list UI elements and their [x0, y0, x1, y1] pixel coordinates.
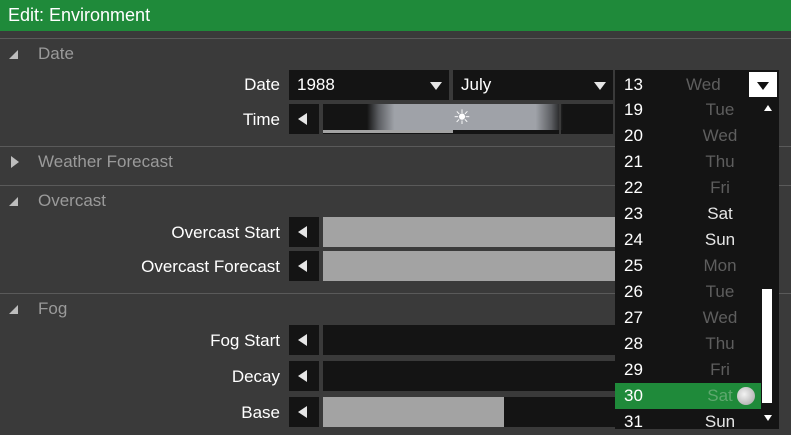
dropdown-item-day-name: Thu — [705, 152, 735, 171]
dropdown-item-day-name: Sun — [704, 412, 736, 431]
dropdown-item[interactable]: 21 Thu — [615, 149, 761, 175]
dropdown-item-day-number: 19 — [624, 100, 643, 119]
slider-fill — [323, 251, 615, 281]
dropdown-item[interactable]: 19 Tue — [615, 97, 761, 123]
chevron-down-icon[interactable] — [430, 82, 442, 90]
section-fog-label: Fog — [38, 299, 68, 318]
dropdown-item-day-name: Fri — [710, 360, 730, 379]
expanded-triangle-icon — [9, 197, 18, 206]
decay-label: Decay — [231, 367, 280, 386]
dropdown-item[interactable]: 31 Sun — [615, 409, 761, 435]
chevron-down-icon[interactable] — [594, 82, 606, 90]
dropdown-item-day-name: Wed — [702, 126, 738, 145]
month-value: July — [461, 75, 492, 94]
dropdown-item-day-number: 28 — [624, 334, 643, 353]
time-slider[interactable]: ☀ — [323, 104, 613, 134]
fog-start-slider[interactable] — [323, 325, 615, 355]
dropdown-item-day-name: Fri — [710, 178, 730, 197]
overcast-forecast-label: Overcast Forecast — [141, 257, 280, 276]
dropdown-item-day-number: 31 — [624, 412, 643, 431]
base-slider[interactable] — [323, 397, 615, 427]
arrow-left-icon — [298, 260, 307, 272]
arrow-left-icon — [298, 226, 307, 238]
moon-icon — [737, 387, 755, 405]
dropdown-item-day-number: 29 — [624, 360, 643, 379]
dropdown-item[interactable]: 26 Tue — [615, 279, 761, 305]
dropdown-item[interactable]: 24 Sun — [615, 227, 761, 253]
scroll-up-icon[interactable] — [764, 105, 772, 111]
base-slider-fill — [323, 397, 505, 427]
base-label: Base — [241, 403, 280, 422]
sun-icon: ☀ — [453, 107, 471, 129]
day-dropdown-list[interactable]: 19 Tue 20 Wed 21 Thu 22 Fri 23 Sat 24 Sun 25 Mon 26 Tue… — [615, 97, 779, 431]
time-divider — [559, 104, 561, 134]
scrollbar-thumb[interactable] — [762, 289, 772, 403]
collapsed-triangle-icon — [11, 156, 19, 168]
section-date[interactable]: Date — [0, 38, 791, 70]
day-dropdown-button[interactable] — [749, 72, 777, 98]
base-decrease-button[interactable] — [289, 397, 319, 427]
overcast-start-slider[interactable] — [323, 217, 615, 247]
dropdown-item-day-name: Wed — [702, 308, 738, 327]
time-decrease-button[interactable] — [289, 104, 319, 134]
dropdown-item-day-name: Tue — [705, 282, 735, 301]
decay-decrease-button[interactable] — [289, 361, 319, 391]
dropdown-item-day-number: 23 — [624, 204, 643, 223]
dropdown-item[interactable]: 25 Mon — [615, 253, 761, 279]
dropdown-item-day-number: 24 — [624, 230, 643, 249]
dropdown-item[interactable]: 27 Wed — [615, 305, 761, 331]
dropdown-item[interactable]: 30 Sat — [615, 383, 761, 409]
dropdown-item-day-number: 20 — [624, 126, 643, 145]
fog-start-decrease-button[interactable] — [289, 325, 319, 355]
scroll-down-icon[interactable] — [764, 415, 772, 421]
decay-slider[interactable] — [323, 361, 615, 391]
day-name-value: Wed — [686, 75, 721, 94]
day-number-value: 13 — [624, 75, 643, 94]
arrow-left-icon — [298, 113, 307, 125]
arrow-left-icon — [298, 370, 307, 382]
expanded-triangle-icon — [9, 50, 18, 59]
dropdown-item-day-number: 21 — [624, 152, 643, 171]
overcast-start-decrease-button[interactable] — [289, 217, 319, 247]
year-value: 1988 — [297, 75, 335, 94]
dropdown-item-day-number: 25 — [624, 256, 643, 275]
fog-start-label: Fog Start — [210, 331, 280, 350]
window-title: Edit: Environment — [0, 0, 791, 31]
overcast-start-label: Overcast Start — [171, 223, 280, 242]
dropdown-item-day-name: Thu — [705, 334, 735, 353]
slider-fill — [323, 217, 615, 247]
expanded-triangle-icon — [9, 305, 18, 314]
dropdown-item-day-name: Sun — [704, 230, 736, 249]
overcast-forecast-slider[interactable] — [323, 251, 615, 281]
arrow-left-icon — [298, 406, 307, 418]
section-weather-label: Weather Forecast — [38, 152, 173, 171]
dropdown-item-day-name: Mon — [703, 256, 737, 275]
section-date-label: Date — [38, 44, 74, 63]
time-label: Time — [242, 110, 280, 129]
time-progress — [323, 130, 453, 133]
overcast-forecast-decrease-button[interactable] — [289, 251, 319, 281]
dropdown-item[interactable]: 22 Fri — [615, 175, 761, 201]
dropdown-item[interactable]: 20 Wed — [615, 123, 761, 149]
month-select[interactable]: July — [453, 70, 613, 100]
dropdown-item-day-number: 30 — [624, 386, 643, 405]
dropdown-item[interactable]: 28 Thu — [615, 331, 761, 357]
section-overcast-label: Overcast — [38, 191, 107, 210]
dropdown-item-day-name: Tue — [705, 100, 735, 119]
dropdown-item-day-number: 27 — [624, 308, 643, 327]
day-select[interactable]: 13 Wed — [615, 70, 779, 100]
dropdown-item[interactable]: 29 Fri — [615, 357, 761, 383]
chevron-down-icon — [757, 82, 769, 90]
arrow-left-icon — [298, 334, 307, 346]
dropdown-item-day-name: Sat — [707, 204, 733, 223]
year-select[interactable]: 1988 — [289, 70, 449, 100]
date-label: Date — [244, 75, 280, 94]
dropdown-item-day-number: 22 — [624, 178, 643, 197]
dropdown-item-day-number: 26 — [624, 282, 643, 301]
dropdown-item[interactable]: 23 Sat — [615, 201, 761, 227]
